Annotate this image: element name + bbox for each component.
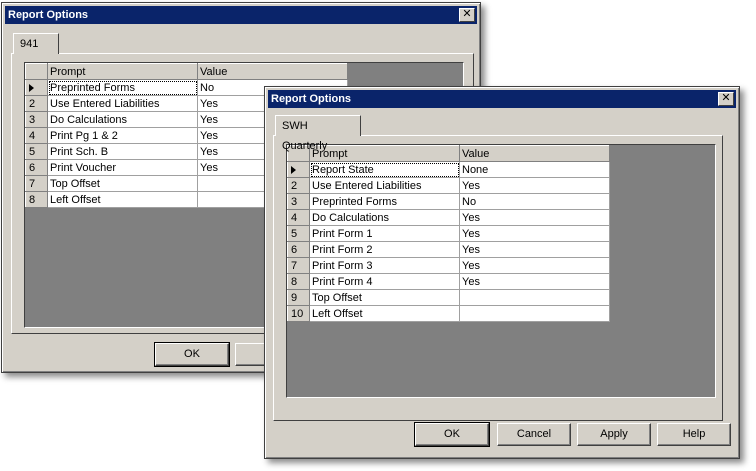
tab-941[interactable]: 941 [13, 33, 59, 54]
row-pointer-icon[interactable] [25, 79, 48, 96]
prompt-cell[interactable]: Print Voucher [47, 159, 198, 176]
prompt-cell[interactable]: Use Entered Liabilities [47, 95, 198, 112]
row-number[interactable]: 5 [25, 143, 48, 160]
row-number[interactable]: 6 [25, 159, 48, 176]
value-cell[interactable]: Yes [459, 273, 610, 290]
row-number[interactable]: 4 [25, 127, 48, 144]
prompt-cell[interactable]: Print Sch. B [47, 143, 198, 160]
options-grid: Prompt Value Report State None 2 Use Entere… [286, 144, 716, 398]
prompt-cell[interactable]: Preprinted Forms [47, 79, 198, 96]
prompt-cell[interactable]: Print Form 2 [309, 241, 460, 258]
tab-swh-quarterly[interactable]: SWH Quarterly [275, 115, 361, 152]
column-header-value[interactable]: Value [459, 145, 610, 162]
prompt-cell[interactable]: Print Form 4 [309, 273, 460, 290]
column-header-prompt[interactable]: Prompt [309, 145, 460, 162]
value-cell[interactable]: Yes [459, 225, 610, 242]
prompt-cell[interactable]: Print Pg 1 & 2 [47, 127, 198, 144]
prompt-cell[interactable]: Left Offset [47, 191, 198, 208]
report-options-dialog-swh: Report Options ✕ SWH Quarterly Prompt Va… [264, 86, 740, 459]
tab-panel: Prompt Value Report State None 2 Use Entere… [273, 135, 723, 421]
row-number[interactable]: 9 [287, 289, 310, 306]
corner-cell [25, 63, 48, 80]
table-row[interactable]: 10 Left Offset [287, 305, 610, 322]
prompt-cell[interactable]: Do Calculations [309, 209, 460, 226]
value-cell[interactable]: Yes [459, 257, 610, 274]
dialog-title: Report Options [271, 93, 352, 105]
value-cell[interactable]: Yes [459, 209, 610, 226]
prompt-cell[interactable]: Report State [309, 161, 460, 178]
prompt-cell[interactable]: Do Calculations [47, 111, 198, 128]
arrow-right-icon [291, 165, 296, 174]
prompt-cell[interactable]: Use Entered Liabilities [309, 177, 460, 194]
apply-button[interactable]: Apply [577, 423, 651, 446]
dialog-title: Report Options [8, 9, 89, 21]
prompt-cell[interactable]: Top Offset [309, 289, 460, 306]
value-cell[interactable]: No [459, 193, 610, 210]
row-number[interactable]: 8 [25, 191, 48, 208]
table-row[interactable]: 4 Do Calculations Yes [287, 209, 610, 226]
prompt-cell[interactable]: Left Offset [309, 305, 460, 322]
table-row[interactable]: 3 Preprinted Forms No [287, 193, 610, 210]
ok-button[interactable]: OK [414, 422, 490, 447]
ok-button[interactable]: OK [154, 342, 230, 367]
title-bar: Report Options ✕ [5, 6, 477, 24]
table-row[interactable]: 7 Print Form 3 Yes [287, 257, 610, 274]
prompt-cell[interactable]: Preprinted Forms [309, 193, 460, 210]
table-row[interactable]: 9 Top Offset [287, 289, 610, 306]
row-number[interactable]: 4 [287, 209, 310, 226]
table-row[interactable]: 2 Use Entered Liabilities Yes [287, 177, 610, 194]
row-number[interactable]: 10 [287, 305, 310, 322]
value-cell[interactable]: None [459, 161, 610, 178]
row-number[interactable]: 5 [287, 225, 310, 242]
options-table: Prompt Value Report State None 2 Use Entere… [287, 145, 610, 322]
value-cell[interactable]: Yes [459, 177, 610, 194]
row-number[interactable]: 7 [25, 175, 48, 192]
column-header-value[interactable]: Value [197, 63, 348, 80]
row-number[interactable]: 6 [287, 241, 310, 258]
header-row: Prompt Value [25, 63, 348, 80]
table-row[interactable]: 6 Print Form 2 Yes [287, 241, 610, 258]
title-bar: Report Options ✕ [268, 90, 736, 108]
prompt-cell[interactable]: Print Form 3 [309, 257, 460, 274]
row-number[interactable]: 2 [25, 95, 48, 112]
row-number[interactable]: 3 [25, 111, 48, 128]
row-number[interactable]: 3 [287, 193, 310, 210]
arrow-right-icon [29, 83, 34, 92]
prompt-cell[interactable]: Top Offset [47, 175, 198, 192]
row-number[interactable]: 8 [287, 273, 310, 290]
close-icon[interactable]: ✕ [718, 92, 734, 106]
row-number[interactable]: 7 [287, 257, 310, 274]
value-cell[interactable]: Yes [459, 241, 610, 258]
header-row: Prompt Value [287, 145, 610, 162]
table-row[interactable]: Report State None [287, 161, 610, 178]
prompt-cell[interactable]: Print Form 1 [309, 225, 460, 242]
value-cell[interactable] [459, 289, 610, 306]
value-cell[interactable] [459, 305, 610, 322]
table-row[interactable]: 8 Print Form 4 Yes [287, 273, 610, 290]
cancel-button[interactable]: Cancel [497, 423, 571, 446]
close-icon[interactable]: ✕ [459, 8, 475, 22]
row-number[interactable]: 2 [287, 177, 310, 194]
row-pointer-icon[interactable] [287, 161, 310, 178]
table-row[interactable]: 5 Print Form 1 Yes [287, 225, 610, 242]
column-header-prompt[interactable]: Prompt [47, 63, 198, 80]
help-button[interactable]: Help [657, 423, 731, 446]
